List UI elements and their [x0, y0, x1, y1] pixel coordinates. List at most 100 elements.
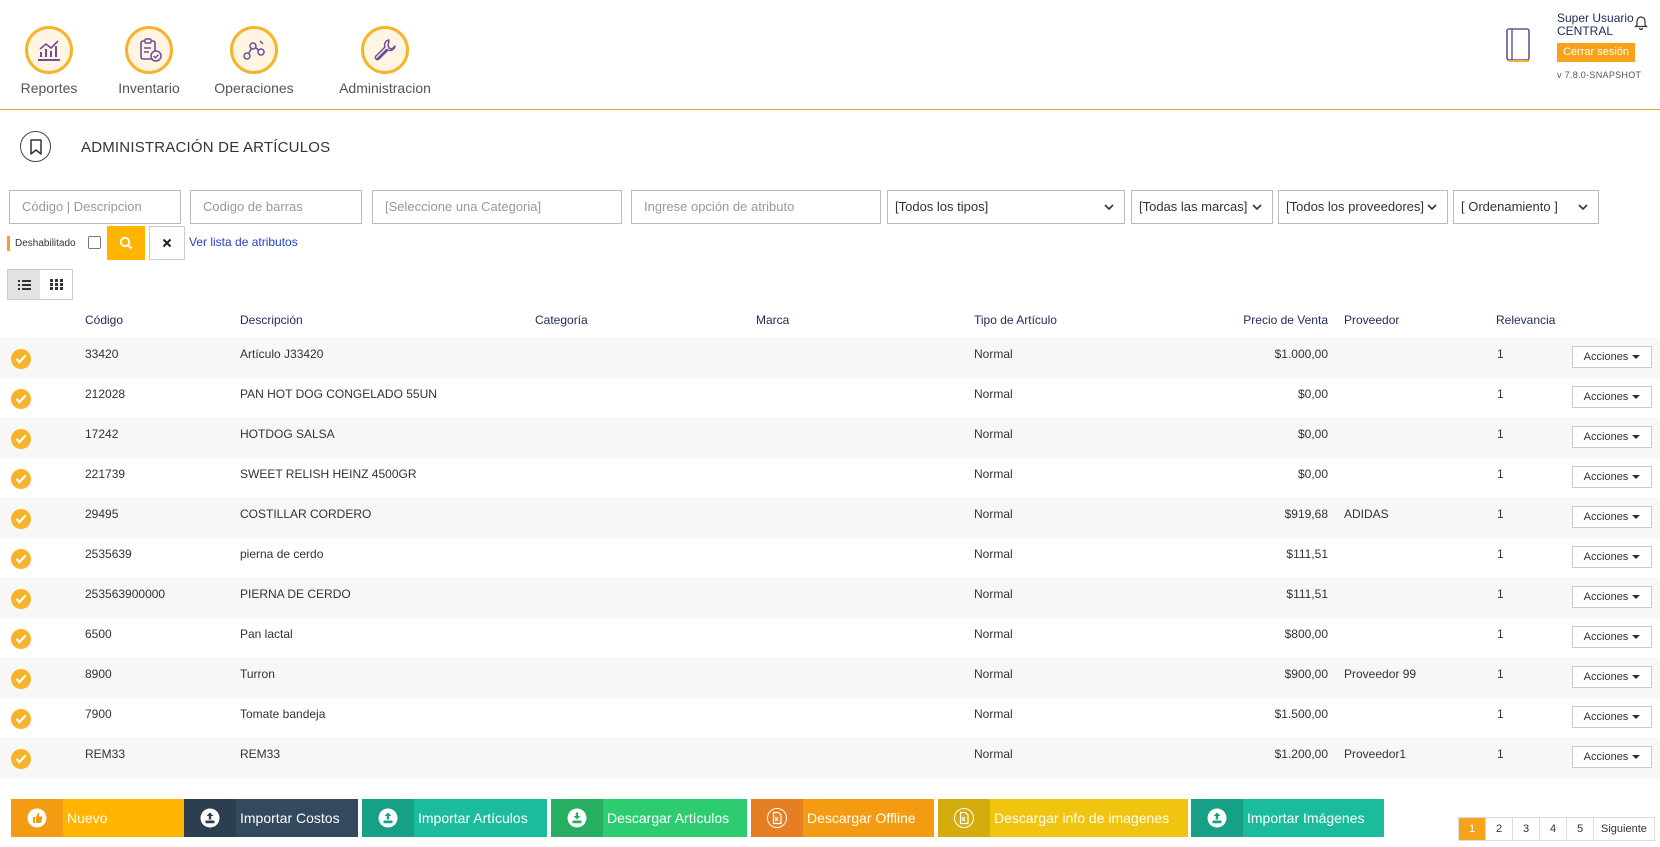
actions-dropdown-button[interactable]: Acciones — [1572, 666, 1652, 688]
bottom-button-label: Descargar info de imagenes — [994, 810, 1170, 826]
type-select-value: [Todos los tipos] — [895, 199, 989, 214]
cell-type: Normal — [974, 507, 1013, 521]
logout-button[interactable]: Cerrar sesión — [1557, 43, 1635, 62]
cell-code: 7900 — [85, 707, 112, 721]
cell-code: 8900 — [85, 667, 112, 681]
search-icon — [119, 236, 133, 250]
articles-table: 33420 Artículo J33420 Normal $1.000,00 1… — [0, 338, 1660, 778]
cell-price: $1.000,00 — [1274, 347, 1328, 361]
actions-dropdown-button[interactable]: Acciones — [1572, 426, 1652, 448]
order-select[interactable]: [ Ordenamiento ] — [1453, 190, 1599, 224]
table-row[interactable]: 7900 Tomate bandeja Normal $1.500,00 1 A… — [0, 698, 1660, 738]
actions-dropdown-button[interactable]: Acciones — [1572, 506, 1652, 528]
actions-dropdown-button[interactable]: Acciones — [1572, 546, 1652, 568]
nav-item-reportes[interactable]: Reportes — [20, 26, 78, 96]
bottom-button-descargar-info-de-imagenes[interactable]: Descargar info de imagenes — [938, 799, 1188, 837]
user-name: Super Usuario CENTRAL — [1557, 12, 1634, 38]
barcode-input[interactable]: Codigo de barras — [190, 190, 362, 224]
bottom-button-importar-artículos[interactable]: Importar Artículos — [362, 799, 547, 837]
next-page-button[interactable]: Siguiente — [1594, 818, 1654, 840]
actions-dropdown-button[interactable]: Acciones — [1572, 706, 1652, 728]
cell-type: Normal — [974, 427, 1013, 441]
cell-supplier: Proveedor 99 — [1344, 667, 1417, 681]
cell-type: Normal — [974, 627, 1013, 641]
actions-dropdown-button[interactable]: Acciones — [1572, 466, 1652, 488]
cell-description: PAN HOT DOG CONGELADO 55UN — [240, 387, 437, 401]
cell-description: Pan lactal — [240, 627, 293, 641]
bottom-button-importar-costos[interactable]: Importar Costos — [184, 799, 358, 837]
search-button[interactable] — [107, 226, 145, 260]
active-check-icon — [11, 389, 31, 409]
clear-filters-button[interactable] — [149, 226, 185, 260]
nav-item-inventario[interactable]: Inventario — [115, 26, 183, 96]
nav-item-administracion[interactable]: Administracion — [336, 26, 434, 96]
bottom-button-descargar-offline[interactable]: Descargar Offline — [751, 799, 934, 837]
brand-select[interactable]: [Todas las marcas] — [1131, 190, 1273, 224]
col-header-description[interactable]: Descripción — [240, 313, 303, 327]
cell-price: $1.500,00 — [1274, 707, 1328, 721]
bottom-button-nuevo[interactable]: Nuevo — [11, 799, 191, 837]
col-header-type[interactable]: Tipo de Artículo — [974, 313, 1057, 327]
actions-dropdown-button[interactable]: Acciones — [1572, 746, 1652, 768]
nav-label: Inventario — [118, 80, 180, 96]
table-row[interactable]: 221739 SWEET RELISH HEINZ 4500GR Normal … — [0, 458, 1660, 498]
bottom-button-label: Nuevo — [67, 810, 108, 826]
supplier-select-value: [Todos los proveedores] — [1286, 199, 1425, 214]
page-5-button[interactable]: 5 — [1567, 818, 1594, 840]
actions-dropdown-button[interactable]: Acciones — [1572, 386, 1652, 408]
table-row[interactable]: 17242 HOTDOG SALSA Normal $0,00 1 Accion… — [0, 418, 1660, 458]
table-row[interactable]: 33420 Artículo J33420 Normal $1.000,00 1… — [0, 338, 1660, 378]
col-header-price[interactable]: Precio de Venta — [1208, 313, 1328, 327]
col-header-code[interactable]: Código — [85, 313, 123, 327]
actions-dropdown-button[interactable]: Acciones — [1572, 586, 1652, 608]
caret-down-icon — [1632, 595, 1641, 599]
table-row[interactable]: 8900 Turron Normal $900,00 Proveedor 99 … — [0, 658, 1660, 698]
caret-down-icon — [1632, 355, 1641, 359]
category-input[interactable]: [Seleccione una Categoria] — [372, 190, 622, 224]
bottom-button-importar-imágenes[interactable]: Importar Imágenes — [1191, 799, 1384, 837]
table-row[interactable]: 253563900000 PIERNA DE CERDO Normal $111… — [0, 578, 1660, 618]
code-description-input[interactable]: Código | Descripcion — [9, 190, 181, 224]
caret-down-icon — [1632, 675, 1641, 679]
page-2-button[interactable]: 2 — [1486, 818, 1513, 840]
table-row[interactable]: 29495 COSTILLAR CORDERO Normal $919,68 A… — [0, 498, 1660, 538]
list-view-button[interactable] — [8, 270, 40, 299]
table-row[interactable]: 212028 PAN HOT DOG CONGELADO 55UN Normal… — [0, 378, 1660, 418]
table-row[interactable]: REM33 REM33 Normal $1.200,00 Proveedor1 … — [0, 738, 1660, 778]
notebook-icon[interactable] — [1503, 27, 1533, 63]
bottom-button-descargar-artículos[interactable]: Descargar Artículos — [551, 799, 747, 837]
supplier-select[interactable]: [Todos los proveedores] — [1278, 190, 1448, 224]
col-header-supplier[interactable]: Proveedor — [1344, 313, 1399, 327]
actions-dropdown-button[interactable]: Acciones — [1572, 346, 1652, 368]
attributes-list-link[interactable]: Ver lista de atributos — [189, 235, 298, 249]
bell-icon[interactable] — [1634, 14, 1648, 30]
cell-relevance: 1 — [1497, 467, 1504, 481]
page-1-button[interactable]: 1 — [1459, 818, 1486, 840]
nav-item-operaciones[interactable]: Operaciones — [212, 26, 296, 96]
cell-description: Tomate bandeja — [240, 707, 326, 721]
cell-price: $0,00 — [1297, 467, 1328, 481]
actions-label: Acciones — [1583, 431, 1629, 443]
attribute-option-input[interactable]: Ingrese opción de atributo — [631, 190, 881, 224]
actions-label: Acciones — [1583, 391, 1629, 403]
cell-price: $0,00 — [1297, 387, 1328, 401]
page-4-button[interactable]: 4 — [1540, 818, 1567, 840]
grid-view-button[interactable] — [40, 270, 72, 299]
col-header-relevance[interactable]: Relevancia — [1496, 313, 1555, 327]
table-row[interactable]: 6500 Pan lactal Normal $800,00 1 Accione… — [0, 618, 1660, 658]
bottom-button-label: Descargar Artículos — [607, 810, 730, 826]
cell-relevance: 1 — [1497, 587, 1504, 601]
cell-price: $919,68 — [1284, 507, 1328, 521]
active-check-icon — [11, 629, 31, 649]
table-row[interactable]: 2535639 pierna de cerdo Normal $111,51 1… — [0, 538, 1660, 578]
page-3-button[interactable]: 3 — [1513, 818, 1540, 840]
cell-type: Normal — [974, 747, 1013, 761]
disabled-checkbox[interactable] — [88, 236, 101, 249]
type-select[interactable]: [Todos los tipos] — [887, 190, 1125, 224]
cell-price: $111,51 — [1286, 547, 1328, 561]
page-title: ADMINISTRACIÓN DE ARTÍCULOS — [81, 139, 331, 156]
actions-dropdown-button[interactable]: Acciones — [1572, 626, 1652, 648]
col-header-category[interactable]: Categoría — [535, 313, 588, 327]
cell-type: Normal — [974, 467, 1013, 481]
col-header-brand[interactable]: Marca — [756, 313, 789, 327]
